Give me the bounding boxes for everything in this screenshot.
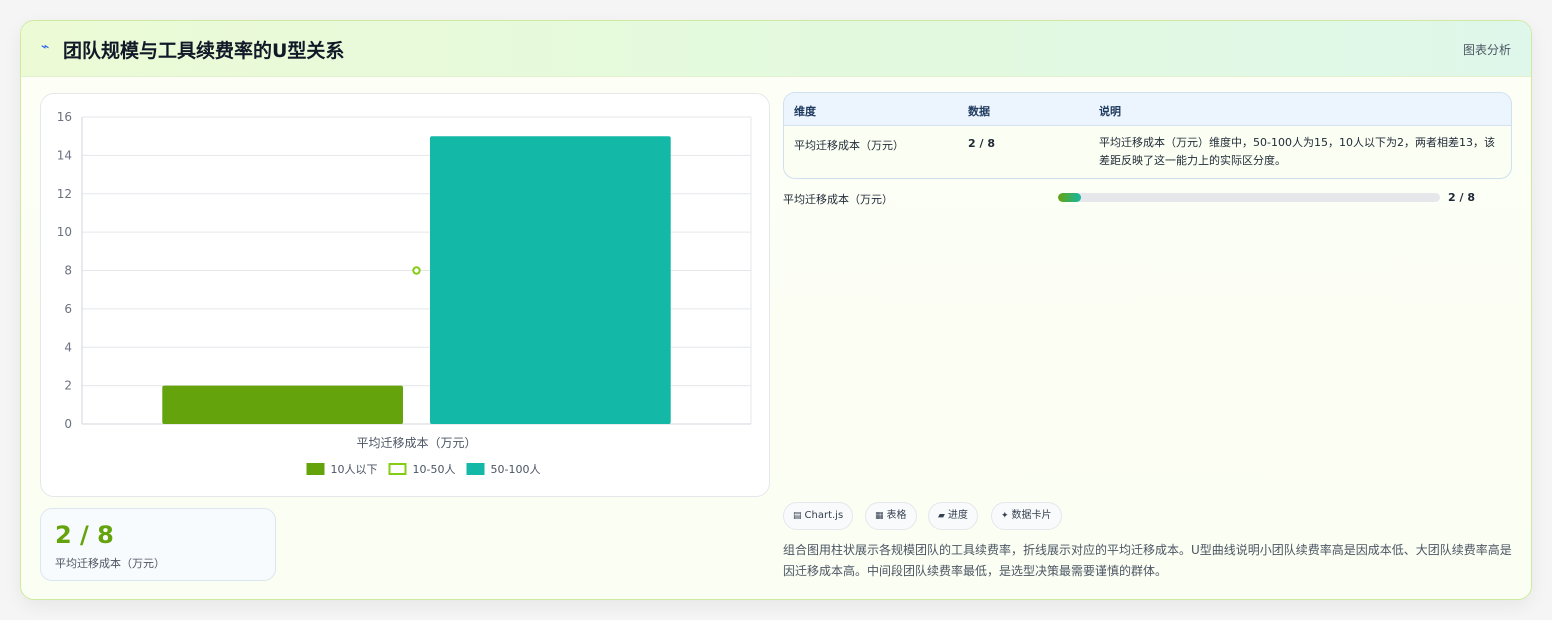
table-header-data: 数据 [968, 105, 990, 118]
table-header-row: 维度 数据 说明 [784, 93, 1511, 126]
stat-value: 2 / 8 [55, 521, 114, 549]
y-tick-label: 0 [64, 417, 72, 431]
y-tick-label: 12 [57, 187, 72, 201]
chart-container: 0 2 4 6 8 10 12 14 16 平均迁移成本（万元） 10人以下 10-50人 50-100… [40, 93, 770, 497]
progress-chip-icon: ▰ [938, 511, 945, 521]
y-tick-label: 2 [64, 379, 72, 393]
data-table: 维度 数据 说明 平均迁移成本（万元） 2 / 8 平均迁移成本（万元）维度中，… [783, 92, 1512, 179]
legend-label: 10人以下 [331, 463, 378, 476]
y-tick-label: 10 [57, 225, 72, 239]
chip-data-card[interactable]: ✦ 数据卡片 [991, 502, 1062, 530]
chip-label: 表格 [886, 510, 907, 521]
chart-analysis-tag: 图表分析 [1462, 43, 1511, 57]
y-tick-label: 4 [64, 340, 72, 354]
chip-progress[interactable]: ▰ 进度 [928, 502, 978, 530]
chip-label: 数据卡片 [1011, 510, 1052, 521]
progress-value: 2 / 8 [1448, 191, 1475, 204]
bar [162, 385, 403, 424]
card-header: ⌁ 团队规模与工具续费率的U型关系 图表分析 [21, 21, 1531, 77]
bar [430, 136, 671, 424]
chart-description: 组合图用柱状展示各规模团队的工具续费率，折线展示对应的平均迁移成本。U型曲线说明… [783, 543, 1512, 578]
y-tick-label: 16 [57, 110, 72, 124]
progress-fill [1058, 193, 1081, 202]
progress-label: 平均迁移成本（万元） [783, 193, 893, 206]
stat-label: 平均迁移成本（万元） [55, 557, 165, 570]
chart-chip-icon: ▤ [793, 511, 802, 521]
line-point [412, 266, 421, 275]
chart-icon: ⌁ [41, 39, 50, 55]
table-cell-data: 2 / 8 [968, 137, 995, 150]
chip-label: Chart.js [804, 510, 844, 521]
chip-chartjs[interactable]: ▤ Chart.js [783, 502, 854, 530]
chip-table[interactable]: ▦ 表格 [865, 502, 917, 530]
progress-bar [1058, 193, 1440, 202]
stat-card: 2 / 8 平均迁移成本（万元） [40, 508, 276, 581]
card-title: 团队规模与工具续费率的U型关系 [63, 40, 345, 62]
table-header-dimension: 维度 [794, 105, 816, 118]
table-cell-dimension: 平均迁移成本（万元） [794, 139, 904, 152]
y-tick-label: 14 [57, 148, 72, 162]
x-tick-label: 平均迁移成本（万元） [356, 436, 476, 450]
bar-line-chart: 0 2 4 6 8 10 12 14 16 平均迁移成本（万元） 10人以下 10-50人 50-100… [57, 110, 752, 476]
legend-label: 50-100人 [491, 463, 541, 476]
legend-swatch [466, 463, 485, 475]
legend-swatch [388, 463, 407, 475]
table-header-note: 说明 [1099, 105, 1121, 118]
table-cell-note: 平均迁移成本（万元）维度中，50-100人为15，10人以下为2，两者相差13，… [1099, 136, 1495, 167]
y-tick-label: 8 [64, 264, 72, 278]
chip-label: 进度 [947, 510, 968, 521]
table-chip-icon: ▦ [875, 511, 884, 521]
y-tick-label: 6 [64, 302, 72, 316]
legend-label: 10-50人 [413, 463, 456, 476]
data-card-chip-icon: ✦ [1001, 511, 1009, 521]
legend-swatch [306, 463, 325, 475]
